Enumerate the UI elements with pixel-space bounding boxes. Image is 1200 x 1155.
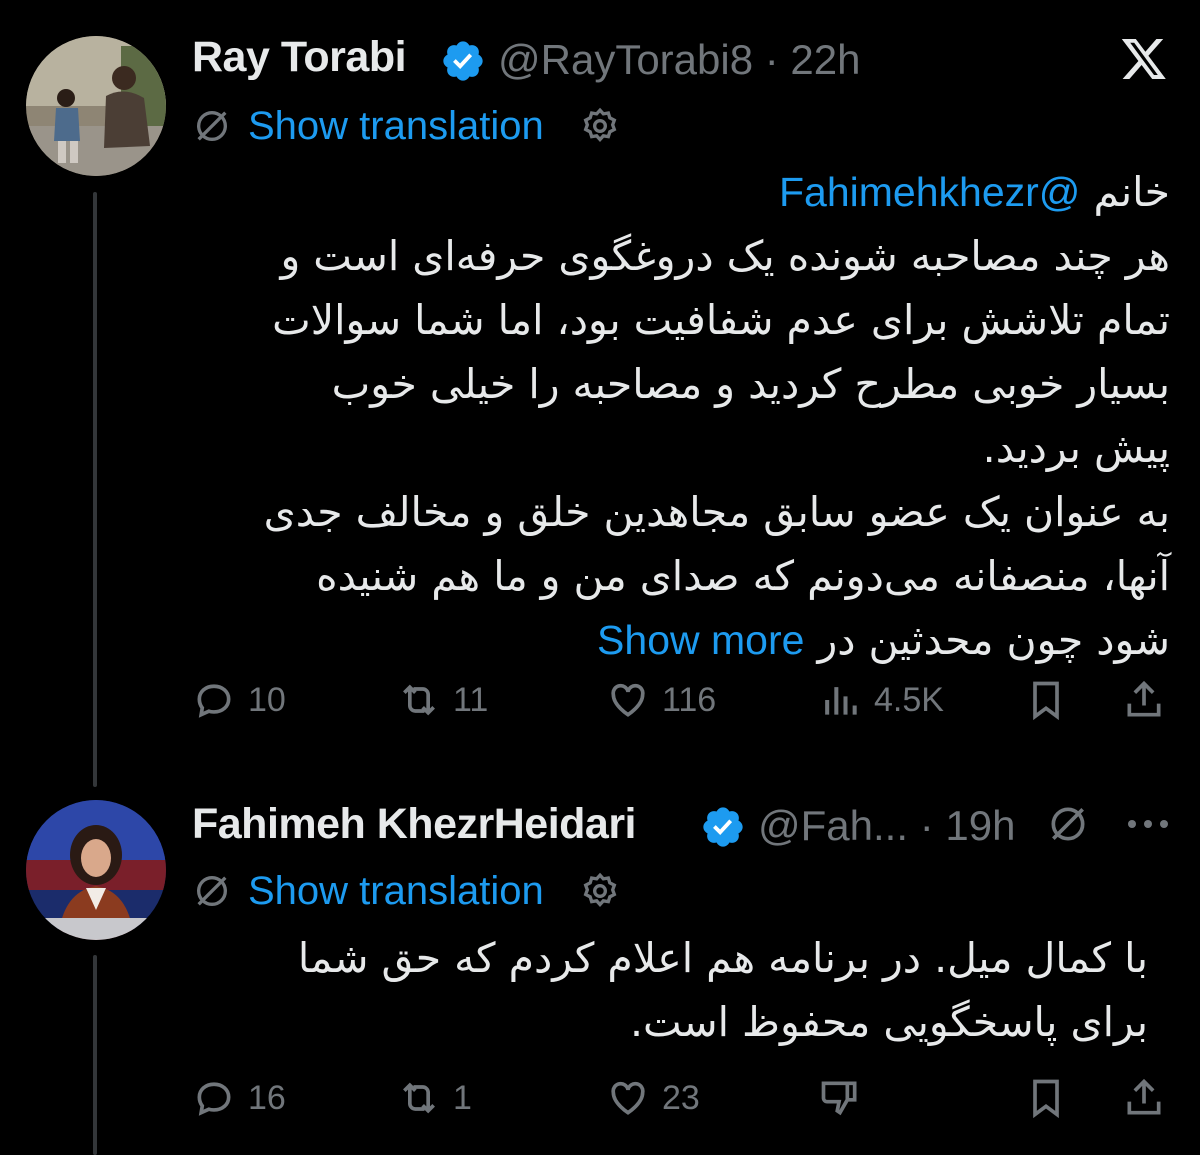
timestamp[interactable]: 22h	[790, 36, 860, 83]
bookmark-button[interactable]	[1024, 1073, 1068, 1123]
tweet-text-line-3: بسیار خوبی مطرح کردید و مصاحبه را خیلی خ…	[331, 360, 1170, 408]
handle-time: @Fah... · 19h	[758, 802, 1015, 850]
bookmark-button[interactable]	[1024, 675, 1068, 725]
like-count: 116	[662, 680, 717, 719]
translate-icon	[197, 111, 227, 141]
share-button[interactable]	[1122, 1073, 1166, 1123]
like-button[interactable]: 116	[606, 675, 716, 725]
x-logo-icon[interactable]	[1120, 34, 1168, 82]
tweet-text: با کمال میل. در برنامه هم اعلام کردم که …	[188, 926, 1148, 1054]
action-bar: 10 11 116 4.5K	[192, 675, 1170, 725]
author-name[interactable]: Ray Torabi	[192, 33, 407, 82]
repost-button[interactable]: 11	[397, 675, 488, 725]
like-count: 23	[662, 1078, 700, 1117]
separator: ·	[764, 36, 779, 83]
bookmark-icon	[1033, 1079, 1059, 1119]
handle-time: @RayTorabi8 · 22h	[498, 36, 861, 84]
show-translation-link[interactable]: Show translation	[248, 104, 544, 149]
separator: ·	[919, 802, 934, 849]
translation-row: Show translation	[192, 866, 620, 916]
reply-icon	[197, 684, 231, 718]
tweet-text-line-0: خانم	[1093, 168, 1170, 216]
gear-icon[interactable]	[580, 106, 620, 146]
tweet-text: خانم @Fahimehkhezr هر چند مصاحبه شونده ی…	[190, 160, 1170, 672]
tweet-text-line-2: تمام تلاشش برای عدم شفافیت بود، اما شما …	[272, 296, 1170, 344]
verified-badge-icon	[443, 41, 483, 81]
like-icon	[611, 683, 645, 717]
more-icon[interactable]	[1126, 814, 1170, 834]
show-translation-link[interactable]: Show translation	[248, 869, 544, 914]
reply-count: 16	[248, 1078, 286, 1117]
repost-button[interactable]: 1	[397, 1073, 472, 1123]
reply-icon	[197, 1082, 231, 1116]
views-button[interactable]: 4.5K	[818, 675, 944, 725]
tweet-text-line-7: شود چون محدثین در	[817, 616, 1170, 664]
share-icon	[1127, 1078, 1161, 1115]
author-name[interactable]: Fahimeh KhezrHeidari	[192, 800, 637, 849]
like-button[interactable]: 23	[606, 1073, 700, 1123]
tweet-text-line: خانم @Fahimehkhezr	[190, 160, 1170, 224]
verified-badge-icon	[703, 807, 743, 847]
tweet-text-line-0: با کمال میل. در برنامه هم اعلام کردم که …	[297, 934, 1148, 982]
tweet-text-line-1: هر چند مصاحبه شونده یک دروغگوی حرفه‌ای ا…	[280, 232, 1170, 280]
repost-icon	[403, 1082, 435, 1114]
handle[interactable]: @RayTorabi8	[498, 36, 753, 83]
thread-line-1	[93, 192, 97, 787]
action-bar: 16 1 23	[192, 1073, 1170, 1123]
tweet-text-line-5: به عنوان یک عضو سابق مجاهدین خلق و مخالف…	[263, 488, 1170, 536]
translate-icon[interactable]	[1046, 802, 1090, 846]
show-more-link[interactable]: Show more	[597, 617, 804, 663]
timestamp[interactable]: 19h	[945, 802, 1015, 849]
gear-icon[interactable]	[580, 871, 620, 911]
tweet-text-line-last: شود چون محدثین در Show more	[190, 608, 1170, 672]
bookmark-icon	[1033, 681, 1059, 721]
mention-link[interactable]: @Fahimehkhezr	[779, 169, 1080, 215]
repost-count: 1	[453, 1078, 472, 1117]
share-icon	[1127, 680, 1161, 717]
reply-button[interactable]: 16	[192, 1073, 286, 1123]
repost-count: 11	[453, 680, 489, 719]
translate-icon	[197, 876, 227, 906]
like-icon	[611, 1081, 645, 1115]
thread-line-2	[93, 955, 97, 1155]
tweet-text-line-6: آنها، منصفانه می‌دونم که صدای من و ما هم…	[316, 552, 1170, 600]
tweet-text-line-1: برای پاسخگویی محفوظ است.	[629, 998, 1148, 1046]
reply-button[interactable]: 10	[192, 675, 286, 725]
avatar-ray-torabi[interactable]	[26, 36, 166, 176]
handle[interactable]: @Fah...	[758, 802, 908, 849]
dislike-button[interactable]	[818, 1073, 862, 1123]
repost-icon	[403, 684, 435, 716]
views-icon	[825, 687, 857, 715]
tweet-text-line-4: پیش بردید.	[982, 424, 1170, 472]
share-button[interactable]	[1122, 675, 1166, 725]
avatar-fahimeh[interactable]	[26, 800, 166, 940]
dislike-icon	[821, 1081, 857, 1116]
views-count: 4.5K	[874, 680, 944, 719]
translation-row: Show translation	[192, 101, 620, 151]
reply-count: 10	[248, 680, 286, 719]
